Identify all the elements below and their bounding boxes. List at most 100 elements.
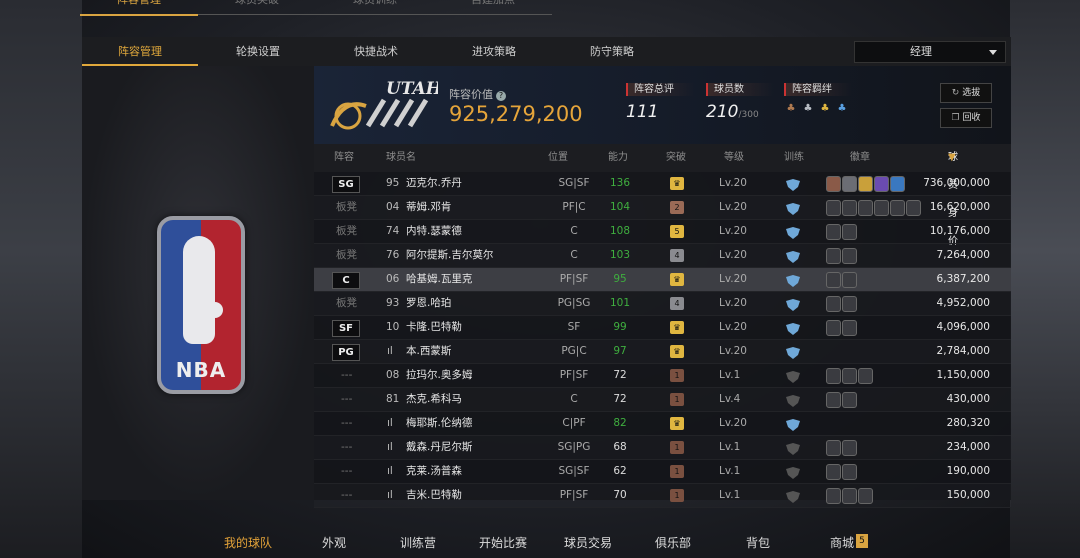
- table-row[interactable]: --- ıl 克莱.汤普森 SG|SF 62 1 Lv.1 190,000: [314, 460, 1011, 484]
- badge-icon[interactable]: [826, 320, 841, 336]
- nav-start-game[interactable]: 开始比赛: [479, 534, 527, 551]
- col-training[interactable]: 训练: [784, 144, 804, 172]
- table-row[interactable]: PG ıl 本.西蒙斯 PG|C 97 ♛ Lv.20 2,784,000: [314, 340, 1011, 364]
- nav-my-team[interactable]: 我的球队: [224, 534, 272, 551]
- player-name[interactable]: 戴森.丹尼尔斯: [406, 436, 472, 459]
- player-name[interactable]: 蒂姆.邓肯: [406, 196, 451, 219]
- training-icon[interactable]: [785, 417, 801, 431]
- training-icon[interactable]: [785, 249, 801, 263]
- badge-icon[interactable]: [826, 296, 841, 312]
- nav-store[interactable]: 商城 5: [830, 534, 869, 551]
- col-level[interactable]: 等级: [724, 144, 744, 172]
- training-icon[interactable]: [785, 369, 801, 383]
- select-button[interactable]: ↻ 选拔: [940, 83, 992, 103]
- col-name[interactable]: 球员名: [386, 144, 416, 172]
- top-tab-breakthrough[interactable]: 球员突破: [198, 0, 316, 15]
- badge-icon[interactable]: [826, 464, 841, 480]
- sub-tab-defense[interactable]: 防守策略: [554, 37, 670, 66]
- badge-icon[interactable]: [842, 488, 857, 504]
- badge-icon[interactable]: [826, 368, 841, 384]
- player-name[interactable]: 卡隆.巴特勒: [406, 316, 462, 339]
- table-row[interactable]: --- ıl 吉米.巴特勒 PF|SF 70 1 Lv.1 150,000: [314, 484, 1011, 508]
- player-name[interactable]: 罗恩.哈珀: [406, 292, 451, 315]
- badge-icon[interactable]: [858, 200, 873, 216]
- badge-icon[interactable]: [826, 176, 841, 192]
- badge-icon[interactable]: [826, 224, 841, 240]
- badge-icon[interactable]: [826, 248, 841, 264]
- top-tab-training[interactable]: 球员训练: [316, 0, 434, 15]
- col-rating[interactable]: 能力: [608, 144, 628, 172]
- training-icon[interactable]: [785, 465, 801, 479]
- badge-icon[interactable]: [842, 392, 857, 408]
- table-row[interactable]: 板凳 74 内特.瑟蒙德 C 108 5 Lv.20 10,176,000: [314, 220, 1011, 244]
- player-name[interactable]: 迈克尔.乔丹: [406, 172, 462, 195]
- top-tab-custom-points[interactable]: 自建加点: [434, 0, 552, 15]
- badge-icon[interactable]: [842, 464, 857, 480]
- badge-icon[interactable]: [826, 392, 841, 408]
- training-icon[interactable]: [785, 345, 801, 359]
- training-icon[interactable]: [785, 489, 801, 503]
- badge-icon[interactable]: [826, 200, 841, 216]
- col-pos[interactable]: 阵容: [334, 144, 354, 172]
- help-icon[interactable]: ?: [496, 91, 506, 101]
- badge-icon[interactable]: [842, 176, 857, 192]
- recycle-button[interactable]: ❐ 回收: [940, 108, 992, 128]
- table-row[interactable]: SG 95 迈克尔.乔丹 SG|SF 136 ♛ Lv.20 736,000,000: [314, 172, 1011, 196]
- table-row[interactable]: --- ıl 戴森.丹尼尔斯 SG|PG 68 1 Lv.1 234,000: [314, 436, 1011, 460]
- training-icon[interactable]: [785, 177, 801, 191]
- badge-icon[interactable]: [842, 200, 857, 216]
- player-name[interactable]: 哈基姆.瓦里克: [406, 268, 472, 291]
- col-breakthrough[interactable]: 突破: [666, 144, 686, 172]
- badge-icon[interactable]: [842, 296, 857, 312]
- top-tab-roster[interactable]: 阵容管理: [80, 0, 198, 16]
- table-row[interactable]: 板凳 76 阿尔提斯.吉尔莫尔 C 103 4 Lv.20 7,264,000: [314, 244, 1011, 268]
- nav-backpack[interactable]: 背包: [746, 534, 770, 551]
- badge-icon[interactable]: [842, 248, 857, 264]
- player-name[interactable]: 杰克.希科马: [406, 388, 462, 411]
- table-row[interactable]: --- 81 杰克.希科马 C 72 1 Lv.4 430,000: [314, 388, 1011, 412]
- player-name[interactable]: 吉米.巴特勒: [406, 484, 462, 507]
- sub-tab-offense[interactable]: 进攻策略: [436, 37, 552, 66]
- col-badges[interactable]: 徽章: [850, 144, 870, 172]
- table-row[interactable]: SF 10 卡隆.巴特勒 SF 99 ♛ Lv.20 4,096,000: [314, 316, 1011, 340]
- training-icon[interactable]: [785, 201, 801, 215]
- badge-icon[interactable]: [842, 320, 857, 336]
- badge-icon[interactable]: [858, 488, 873, 504]
- player-name[interactable]: 拉玛尔.奥多姆: [406, 364, 472, 387]
- training-icon[interactable]: [785, 441, 801, 455]
- col-position[interactable]: 位置: [548, 144, 568, 172]
- nav-trade[interactable]: 球员交易: [564, 534, 612, 551]
- bonds-stat[interactable]: 阵容羁绊 ♣ ♣ ♣ ♣: [784, 83, 852, 116]
- player-name[interactable]: 克莱.汤普森: [406, 460, 462, 483]
- badge-icon[interactable]: [826, 440, 841, 456]
- nav-club[interactable]: 俱乐部: [655, 534, 691, 551]
- badge-icon[interactable]: [858, 176, 873, 192]
- player-name[interactable]: 本.西蒙斯: [406, 340, 451, 363]
- player-name[interactable]: 内特.瑟蒙德: [406, 220, 462, 243]
- training-icon[interactable]: [785, 297, 801, 311]
- nav-appearance[interactable]: 外观: [322, 534, 346, 551]
- table-row[interactable]: 板凳 93 罗恩.哈珀 PG|SG 101 4 Lv.20 4,952,000: [314, 292, 1011, 316]
- table-row[interactable]: --- 08 拉玛尔.奥多姆 PF|SF 72 1 Lv.1 1,150,000: [314, 364, 1011, 388]
- table-row[interactable]: --- ıl 梅耶斯.伦纳德 C|PF 82 ♛ Lv.20 280,320: [314, 412, 1011, 436]
- training-icon[interactable]: [785, 321, 801, 335]
- sub-tab-roster[interactable]: 阵容管理: [82, 37, 198, 66]
- table-row[interactable]: C 06 哈基姆.瓦里克 PF|SF 95 ♛ Lv.20 6,387,200: [314, 268, 1011, 292]
- player-name[interactable]: 梅耶斯.伦纳德: [406, 412, 472, 435]
- badge-icon[interactable]: [826, 272, 841, 288]
- training-icon[interactable]: [785, 393, 801, 407]
- training-icon[interactable]: [785, 273, 801, 287]
- sub-tab-quick-tactics[interactable]: 快捷战术: [318, 37, 434, 66]
- badge-icon[interactable]: [858, 368, 873, 384]
- table-row[interactable]: 板凳 04 蒂姆.邓肯 PF|C 104 2 Lv.20 16,620,000: [314, 196, 1011, 220]
- sub-tab-rotation[interactable]: 轮换设置: [200, 37, 316, 66]
- player-name[interactable]: 阿尔提斯.吉尔莫尔: [406, 244, 493, 267]
- mode-dropdown[interactable]: 经理: [854, 41, 1006, 63]
- badge-icon[interactable]: [842, 368, 857, 384]
- badge-icon[interactable]: [826, 488, 841, 504]
- badge-icon[interactable]: [842, 224, 857, 240]
- nav-training-camp[interactable]: 训练营: [400, 534, 436, 551]
- training-icon[interactable]: [785, 225, 801, 239]
- badge-icon[interactable]: [842, 440, 857, 456]
- badge-icon[interactable]: [842, 272, 857, 288]
